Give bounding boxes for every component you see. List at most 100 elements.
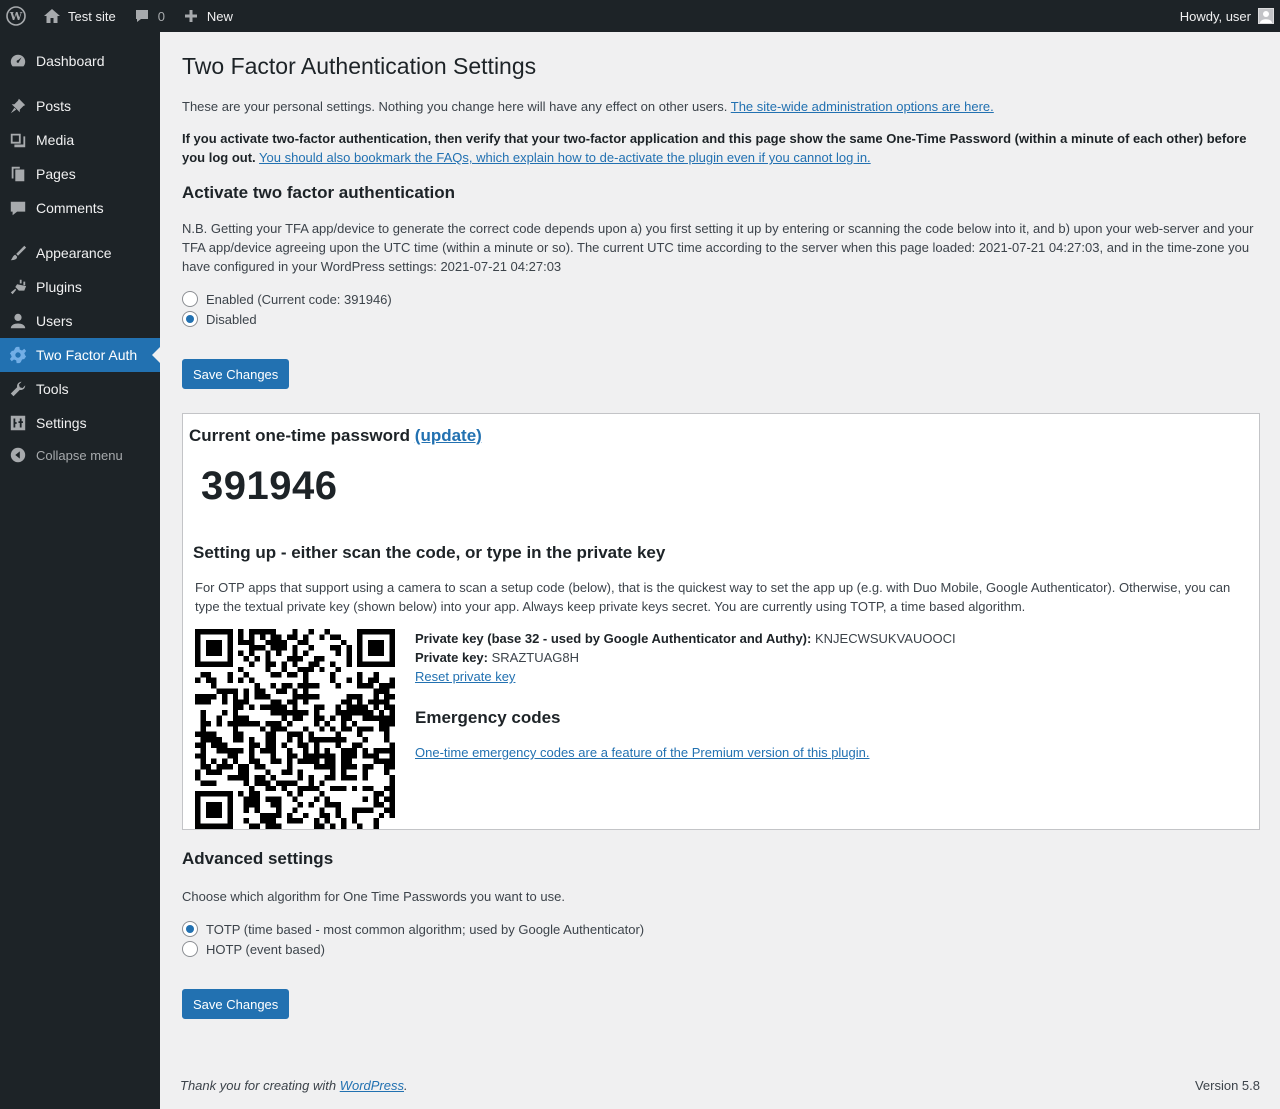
- collapse-icon: [0, 438, 36, 472]
- intro-paragraph: These are your personal settings. Nothin…: [182, 97, 1260, 116]
- totp-label: TOTP (time based - most common algorithm…: [206, 921, 645, 937]
- collapse-menu-label: Collapse menu: [36, 447, 123, 463]
- private-key-base32-row: Private key (base 32 - used by Google Au…: [415, 629, 956, 648]
- version-label: Version 5.8: [1194, 1078, 1260, 1093]
- settings-icon: [0, 406, 36, 440]
- sidebar-item-label: Pages: [36, 166, 76, 182]
- enabled-option[interactable]: Enabled (Current code: 391946): [182, 289, 392, 309]
- pages-icon: [0, 157, 36, 191]
- setup-heading: Setting up - either scan the code, or ty…: [193, 543, 666, 562]
- wordpress-logo-icon[interactable]: W: [0, 0, 34, 32]
- totp-radio[interactable]: [182, 921, 198, 937]
- hotp-option[interactable]: HOTP (event based): [182, 939, 325, 959]
- footer-thanks-suffix: .: [404, 1078, 408, 1093]
- gear-icon: [0, 338, 36, 372]
- footer: Thank you for creating with WordPress. V…: [180, 1078, 1260, 1093]
- comment-icon: [0, 191, 36, 225]
- new-label: New: [206, 8, 233, 24]
- disabled-option[interactable]: Disabled: [182, 309, 257, 329]
- site-name: Test site: [68, 8, 116, 24]
- media-icon: [0, 123, 36, 157]
- private-key-base32-value: KNJECWSUKVAUOOCI: [814, 631, 956, 646]
- footer-thanks: Thank you for creating with WordPress.: [180, 1078, 408, 1093]
- comment-icon: [132, 6, 152, 26]
- private-key-base32-label: Private key (base 32 - used by Google Au…: [415, 631, 812, 646]
- sidebar-item-label: Media: [36, 132, 75, 148]
- save-changes-button[interactable]: Save Changes: [182, 359, 290, 389]
- sidebar-item-plugins[interactable]: Plugins: [0, 270, 160, 304]
- faq-link[interactable]: You should also bookmark the FAQs, which…: [259, 150, 871, 165]
- wrench-icon: [0, 372, 36, 406]
- disabled-label: Disabled: [206, 311, 257, 327]
- sidebar-item-tools[interactable]: Tools: [0, 372, 160, 406]
- sidebar-item-label: Plugins: [36, 279, 82, 295]
- avatar: [1258, 8, 1274, 24]
- sidebar-item-label: Users: [36, 313, 73, 329]
- emergency-codes-heading: Emergency codes: [415, 708, 561, 727]
- totp-option[interactable]: TOTP (time based - most common algorithm…: [182, 919, 644, 939]
- plus-icon: [181, 6, 201, 26]
- sidebar-item-settings[interactable]: Settings: [0, 406, 160, 440]
- enabled-radio[interactable]: [182, 291, 198, 307]
- sidebar-item-label: Dashboard: [36, 53, 105, 69]
- intro-text: These are your personal settings. Nothin…: [182, 99, 728, 114]
- sidebar-item-label: Tools: [36, 381, 69, 397]
- qr-code-image: [195, 629, 395, 829]
- private-key-value: SRAZTUAG8H: [491, 650, 580, 665]
- admin-bar: W Test site 0 New Howdy, user: [0, 0, 1280, 32]
- sidebar-item-dashboard[interactable]: Dashboard: [0, 44, 160, 78]
- user-icon: [0, 304, 36, 338]
- sidebar-item-label: Comments: [36, 200, 104, 216]
- sidebar-item-appearance[interactable]: Appearance: [0, 236, 160, 270]
- reset-private-key-link[interactable]: Reset private key: [415, 669, 515, 684]
- sidebar-item-users[interactable]: Users: [0, 304, 160, 338]
- activate-heading: Activate two factor authentication: [182, 183, 455, 202]
- otp-heading-text: Current one-time password: [189, 426, 411, 445]
- sidebar-item-media[interactable]: Media: [0, 123, 160, 157]
- pin-icon: [0, 89, 36, 123]
- site-wide-options-link[interactable]: The site-wide administration options are…: [731, 99, 994, 114]
- comments-link[interactable]: 0: [124, 0, 173, 32]
- sidebar-item-label: Posts: [36, 98, 72, 114]
- dashboard-icon: [0, 44, 36, 78]
- admin-sidebar: Dashboard Posts Media Pages Comments App…: [0, 32, 160, 1109]
- comments-count: 0: [157, 8, 165, 24]
- sidebar-item-posts[interactable]: Posts: [0, 89, 160, 123]
- sidebar-item-label: Two Factor Auth: [36, 347, 138, 363]
- otp-panel: Current one-time password (update) 39194…: [182, 413, 1260, 830]
- setup-paragraph: For OTP apps that support using a camera…: [195, 580, 1231, 614]
- warning-paragraph: If you activate two-factor authenticatio…: [182, 129, 1260, 167]
- hotp-label: HOTP (event based): [206, 941, 325, 957]
- new-content-link[interactable]: New: [173, 0, 241, 32]
- sidebar-item-label: Settings: [36, 415, 87, 431]
- nb-paragraph: N.B. Getting your TFA app/device to gene…: [182, 221, 1254, 274]
- qr-code-graphic: [195, 629, 395, 829]
- private-keys: Private key (base 32 - used by Google Au…: [415, 629, 956, 686]
- disabled-radio[interactable]: [182, 311, 198, 327]
- plugin-icon: [0, 270, 36, 304]
- otp-heading: Current one-time password (update): [189, 426, 482, 446]
- home-icon: [42, 6, 62, 26]
- sidebar-item-label: Appearance: [36, 245, 112, 261]
- wordpress-link[interactable]: WordPress: [340, 1078, 404, 1093]
- brush-icon: [0, 236, 36, 270]
- collapse-menu-button[interactable]: Collapse menu: [0, 438, 160, 472]
- otp-code: 391946: [201, 464, 338, 508]
- sidebar-item-two-factor-auth[interactable]: Two Factor Auth: [0, 338, 160, 372]
- save-changes-button-advanced[interactable]: Save Changes: [182, 989, 290, 1019]
- footer-thanks-text: Thank you for creating with: [180, 1078, 337, 1093]
- otp-update-link[interactable]: (update): [415, 426, 482, 445]
- site-name-link[interactable]: Test site: [34, 0, 124, 32]
- enabled-label: Enabled (Current code: 391946): [206, 291, 392, 307]
- hotp-radio[interactable]: [182, 941, 198, 957]
- premium-emergency-link[interactable]: One-time emergency codes are a feature o…: [415, 745, 870, 760]
- advanced-heading: Advanced settings: [182, 849, 334, 868]
- svg-text:W: W: [9, 10, 23, 23]
- my-account-link[interactable]: Howdy, user: [1172, 0, 1280, 32]
- sidebar-item-comments[interactable]: Comments: [0, 191, 160, 225]
- private-key-row: Private key: SRAZTUAG8H: [415, 648, 956, 667]
- private-key-label: Private key:: [415, 650, 488, 665]
- sidebar-item-pages[interactable]: Pages: [0, 157, 160, 191]
- page-title: Two Factor Authentication Settings: [182, 53, 537, 79]
- howdy-greeting: Howdy, user: [1179, 8, 1251, 24]
